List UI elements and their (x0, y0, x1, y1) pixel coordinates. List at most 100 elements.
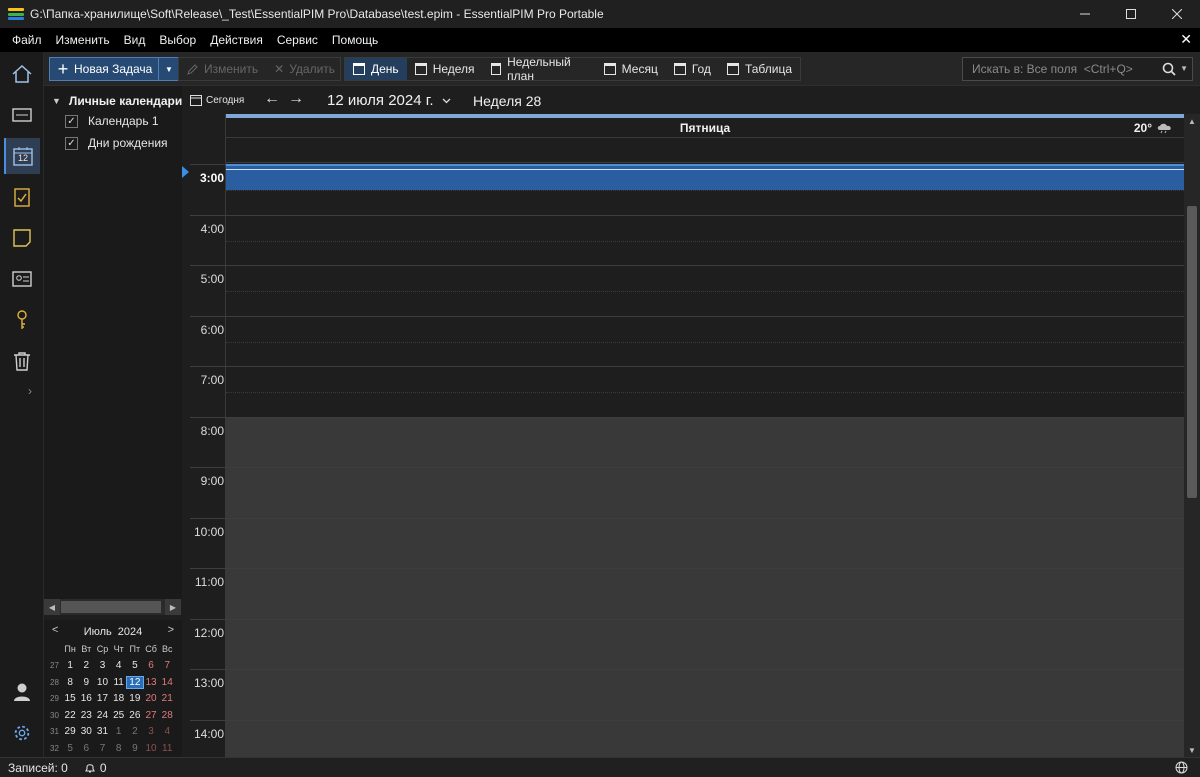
mini-week-number[interactable]: 29 (47, 694, 62, 703)
next-day-arrow-icon[interactable]: → (288, 90, 304, 108)
mini-day[interactable]: 14 (159, 677, 175, 688)
mini-day[interactable]: 16 (78, 693, 94, 704)
day-header[interactable]: Пятница 20° (226, 118, 1184, 138)
mini-day[interactable]: 5 (62, 743, 78, 754)
mini-day[interactable]: 8 (62, 677, 78, 688)
view-week-plan-button[interactable]: Недельный план (483, 55, 596, 83)
hour-slot[interactable] (226, 618, 1184, 669)
view-year-button[interactable]: Год (666, 58, 719, 80)
day-view-vscrollbar[interactable]: ▲ ▼ (1184, 114, 1200, 757)
mini-day[interactable]: 31 (94, 726, 110, 737)
rail-expand-chevron-icon[interactable]: › (28, 384, 32, 398)
mini-day[interactable]: 26 (127, 710, 143, 721)
calendar-item-1[interactable]: ✓ Календарь 1 (65, 114, 159, 128)
mini-day[interactable]: 3 (143, 726, 159, 737)
mini-year[interactable]: 2024 (118, 626, 142, 638)
search-icon[interactable] (1162, 62, 1176, 76)
edit-button[interactable]: Изменить (179, 62, 266, 76)
hour-slot[interactable] (226, 214, 1184, 265)
rail-notes-button[interactable] (4, 220, 40, 256)
search-options-chevron-down-icon[interactable]: ▼ (1180, 64, 1188, 73)
mini-day[interactable]: 15 (62, 693, 78, 704)
hour-slot[interactable] (226, 719, 1184, 757)
rail-calendar-button[interactable]: 12 (4, 138, 40, 174)
mini-day[interactable]: 3 (94, 660, 110, 671)
menu-view[interactable]: Вид (117, 33, 153, 47)
rail-settings-button[interactable] (4, 715, 40, 751)
rail-home-button[interactable] (4, 56, 40, 92)
mini-day[interactable]: 17 (94, 693, 110, 704)
prev-day-arrow-icon[interactable]: ← (264, 90, 280, 108)
mini-day[interactable]: 28 (159, 710, 175, 721)
mini-week-number[interactable]: 31 (47, 727, 62, 736)
mini-day[interactable]: 1 (111, 726, 127, 737)
mini-day[interactable]: 7 (159, 660, 175, 671)
mini-day[interactable]: 23 (78, 710, 94, 721)
mini-day[interactable]: 18 (111, 693, 127, 704)
birthdays-checkbox[interactable]: ✓ (65, 136, 78, 150)
rail-passwords-button[interactable] (4, 302, 40, 338)
menu-help[interactable]: Помощь (325, 33, 385, 47)
view-day-button[interactable]: День (345, 58, 407, 80)
mini-day[interactable]: 11 (111, 677, 127, 688)
current-time-band[interactable] (226, 164, 1184, 190)
view-month-button[interactable]: Месяц (596, 58, 666, 80)
current-date-picker[interactable]: 12 июля 2024 г. (327, 92, 451, 109)
hour-slot[interactable] (226, 265, 1184, 316)
hour-slot[interactable] (226, 416, 1184, 467)
mini-week-number[interactable]: 30 (47, 711, 62, 720)
calendar-1-checkbox[interactable]: ✓ (65, 114, 78, 128)
mini-day[interactable]: 13 (143, 677, 159, 688)
today-button[interactable]: Сегодня (190, 94, 244, 106)
scroll-thumb[interactable] (1187, 206, 1197, 498)
mini-day[interactable]: 21 (159, 693, 175, 704)
menu-select[interactable]: Выбор (152, 33, 203, 47)
view-table-button[interactable]: Таблица (719, 58, 800, 80)
mini-day[interactable]: 25 (111, 710, 127, 721)
mini-day[interactable]: 2 (78, 660, 94, 671)
mini-day[interactable]: 8 (111, 743, 127, 754)
mini-day[interactable]: 20 (143, 693, 159, 704)
mini-week-number[interactable]: 27 (47, 661, 62, 670)
mini-day[interactable]: 24 (94, 710, 110, 721)
view-week-button[interactable]: Неделя (407, 58, 483, 80)
mini-day[interactable]: 22 (62, 710, 78, 721)
scroll-down-icon[interactable]: ▼ (1184, 743, 1200, 757)
scroll-thumb[interactable] (61, 601, 161, 613)
mini-day[interactable]: 11 (159, 743, 175, 754)
new-task-dropdown-button[interactable]: ▼ (158, 58, 179, 80)
globe-icon[interactable] (1175, 761, 1188, 774)
mini-day[interactable]: 19 (127, 693, 143, 704)
mini-day[interactable]: 27 (143, 710, 159, 721)
rail-contacts-button[interactable] (4, 261, 40, 297)
hour-slot[interactable] (226, 517, 1184, 568)
mini-day[interactable]: 7 (94, 743, 110, 754)
search-input[interactable] (963, 62, 1153, 76)
rail-trash-button[interactable] (4, 343, 40, 379)
mini-day[interactable]: 10 (94, 677, 110, 688)
hour-slot[interactable] (226, 568, 1184, 619)
all-day-area[interactable] (226, 138, 1184, 163)
mini-day[interactable]: 9 (127, 743, 143, 754)
menu-tools[interactable]: Сервис (270, 33, 325, 47)
mini-day[interactable]: 4 (159, 726, 175, 737)
menu-file[interactable]: Файл (5, 33, 49, 47)
scroll-right-icon[interactable]: ▶ (165, 599, 181, 615)
new-task-button[interactable]: + Новая Задача ▼ (49, 57, 179, 81)
mini-day[interactable]: 1 (62, 660, 78, 671)
mini-day[interactable]: 6 (78, 743, 94, 754)
mini-day[interactable]: 9 (78, 677, 94, 688)
mini-day[interactable]: 2 (127, 726, 143, 737)
mini-day[interactable]: 4 (111, 660, 127, 671)
calendar-group-personal[interactable]: ▼ Личные календари (52, 94, 182, 108)
hour-slot[interactable] (226, 669, 1184, 720)
mini-day[interactable]: 30 (78, 726, 94, 737)
mini-day[interactable]: 5 (127, 660, 143, 671)
delete-button[interactable]: ✕ Удалить (266, 62, 343, 76)
hour-slot[interactable] (226, 467, 1184, 518)
notifications-indicator[interactable]: 0 (84, 761, 107, 775)
rail-tasks-button[interactable] (4, 179, 40, 215)
mini-day[interactable]: 6 (143, 660, 159, 671)
scroll-left-icon[interactable]: ◀ (44, 599, 60, 615)
scroll-up-icon[interactable]: ▲ (1184, 114, 1200, 128)
